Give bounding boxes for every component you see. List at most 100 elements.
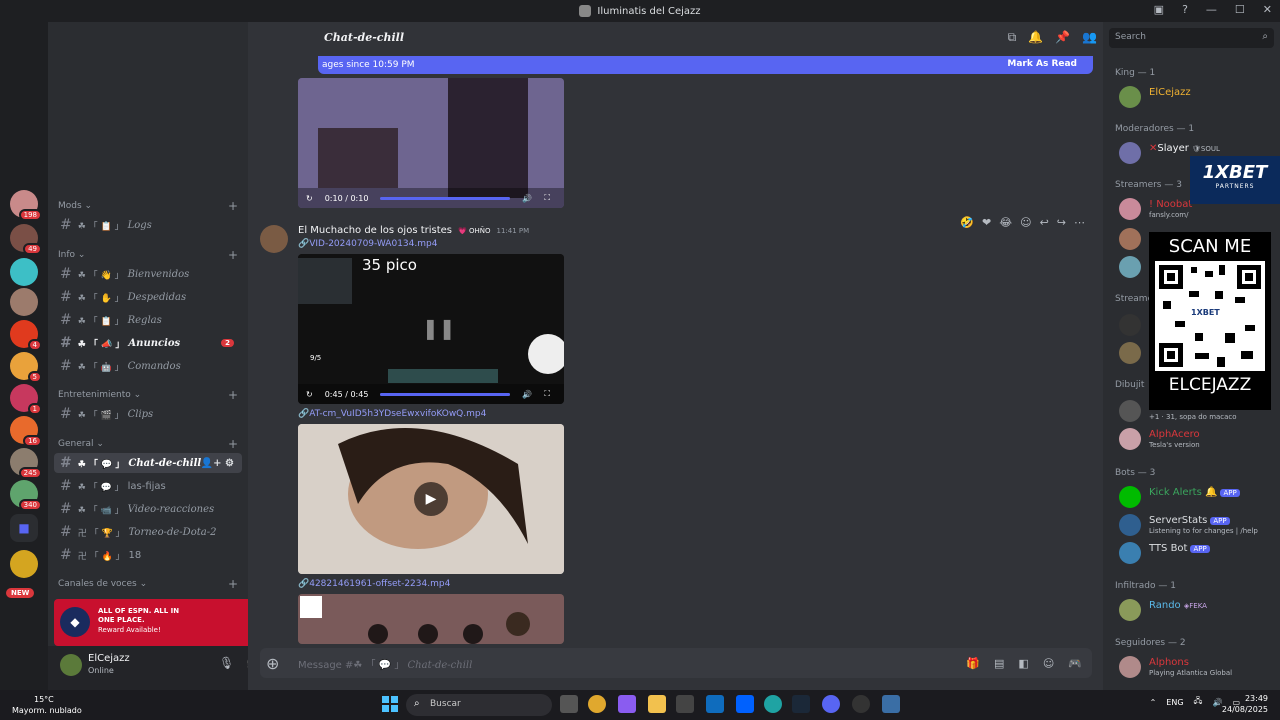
- new-messages-bar[interactable]: ages since 10:59 PM Mark As Read: [318, 56, 1093, 74]
- server-icon-3[interactable]: [10, 258, 38, 286]
- member-item[interactable]: AlphAcero Tesla's version: [1119, 426, 1279, 452]
- mark-as-read-button[interactable]: Mark As Read: [1007, 59, 1077, 69]
- reply-icon[interactable]: ↩: [1040, 216, 1049, 229]
- server-icon-6[interactable]: 5: [10, 352, 42, 383]
- server-icon-11[interactable]: [10, 550, 38, 578]
- progress-bar[interactable]: [380, 196, 511, 200]
- weather-widget[interactable]: 15°C Mayorm. nublado: [12, 694, 82, 716]
- threads-icon[interactable]: ⧉: [1008, 30, 1017, 45]
- add-channel-button[interactable]: +: [228, 248, 238, 262]
- language-indicator[interactable]: ENG: [1166, 698, 1183, 707]
- attachment-link-1[interactable]: 🔗VID-20240709-WA0134.mp4: [298, 239, 437, 249]
- video-player-2[interactable]: 35 pico ❚❚ 9/5 ↻ 0:45 / 0:45 🔊 ⛶: [298, 254, 564, 404]
- add-reaction-icon[interactable]: ☺: [1020, 216, 1031, 229]
- folder-icon[interactable]: ■: [10, 514, 38, 542]
- channel-clips[interactable]: # ☘ 「 🎬 」 Clips: [54, 404, 242, 424]
- obs-icon[interactable]: [852, 695, 870, 713]
- channel-las-fijas[interactable]: # ☘ 「 💬 」 las-fijas: [54, 476, 242, 496]
- category-voz[interactable]: Canales de voces ⌄ +: [58, 577, 238, 591]
- add-channel-button[interactable]: +: [228, 199, 238, 213]
- channel-logs[interactable]: # ☘ 「 📋 」 Logs: [54, 215, 242, 235]
- chrome-icon[interactable]: [588, 695, 606, 713]
- server-icon-2[interactable]: 49: [10, 224, 42, 255]
- add-channel-button[interactable]: +: [228, 577, 238, 591]
- member-item[interactable]: Kick Alerts 🔔 APP: [1119, 484, 1279, 510]
- inbox-icon[interactable]: ▣: [1154, 3, 1164, 16]
- server-icon-1[interactable]: 198: [10, 190, 42, 221]
- volume-icon[interactable]: 🔊: [522, 194, 532, 203]
- members-icon[interactable]: 👥: [1082, 30, 1097, 45]
- task-view-icon[interactable]: [560, 695, 578, 713]
- category-info[interactable]: Info ⌄ +: [58, 248, 238, 262]
- avatar[interactable]: [60, 654, 82, 676]
- emoji-icon[interactable]: ☺: [1043, 657, 1054, 670]
- channel-torneo[interactable]: # 卍 「 🏆 」 Torneo-de-Dota-2: [54, 522, 242, 542]
- taskbar-search[interactable]: ⌕ Buscar: [406, 694, 552, 716]
- bell-icon[interactable]: 🔔: [1028, 30, 1043, 45]
- search-input[interactable]: Search ⌕: [1109, 28, 1274, 48]
- channel-anuncios[interactable]: # ☘ 「 📣 」 Anuncios 2: [54, 333, 242, 353]
- server-icon-10[interactable]: 340: [10, 480, 42, 511]
- network-icon[interactable]: 🖧: [1194, 695, 1203, 709]
- more-icon[interactable]: ⋯: [1074, 216, 1085, 229]
- gift-icon[interactable]: 🎁: [966, 657, 980, 670]
- channel-chat-de-chill[interactable]: # ☘ 「 💬 」 Chat-de-chill 👤+ ⚙: [54, 453, 242, 473]
- help-icon[interactable]: ?: [1182, 3, 1188, 16]
- microphone-icon[interactable]: 🎙: [219, 656, 234, 670]
- attachment-link-2[interactable]: 🔗AT-cm_VuID5h3YDseEwxvifoKOwQ.mp4: [298, 409, 486, 419]
- attach-button[interactable]: ⊕: [266, 654, 279, 673]
- channel-reglas[interactable]: # ☘ 「 📋 」 Reglas: [54, 310, 242, 330]
- video-player-4[interactable]: [298, 594, 564, 644]
- author-avatar[interactable]: [260, 225, 288, 253]
- category-mods[interactable]: Mods ⌄ +: [58, 199, 238, 213]
- author-name[interactable]: El Muchacho de los ojos tristes: [298, 225, 452, 236]
- forward-icon[interactable]: ↪: [1057, 216, 1066, 229]
- member-item[interactable]: Alphons Playing Atlantica Global: [1119, 654, 1279, 680]
- channel-video-reacciones[interactable]: # ☘ 「 📹 」 Video-reacciones: [54, 499, 242, 519]
- maximize-button[interactable]: ☐: [1235, 3, 1245, 16]
- pause-icon[interactable]: ❚❚: [422, 316, 456, 340]
- minimize-button[interactable]: —: [1206, 3, 1217, 16]
- channel-despedidas[interactable]: # ☘ 「 ✋ 」 Despedidas: [54, 287, 242, 307]
- channel-18[interactable]: # 卍 「 🔥 」 18: [54, 545, 242, 565]
- server-icon-9[interactable]: 245: [10, 448, 42, 479]
- chevron-up-icon[interactable]: ⌃: [1150, 698, 1157, 707]
- copilot-icon[interactable]: [618, 695, 636, 713]
- new-pill[interactable]: NEW: [6, 588, 35, 598]
- progress-bar[interactable]: [380, 392, 511, 396]
- server-icon-7[interactable]: 1: [10, 384, 42, 415]
- member-item[interactable]: ServerStats APP Listening to for changes |…: [1119, 512, 1279, 538]
- server-icon-5[interactable]: 4: [10, 320, 42, 351]
- add-channel-button[interactable]: +: [228, 437, 238, 451]
- activities-icon[interactable]: 🎮: [1068, 657, 1082, 670]
- emoji-reaction-icon[interactable]: 🤣: [960, 216, 974, 229]
- steam-icon[interactable]: [792, 695, 810, 713]
- add-channel-button[interactable]: +: [228, 388, 238, 402]
- clock[interactable]: 23:49 24/08/2025: [1222, 693, 1268, 715]
- replay-icon[interactable]: ↻: [306, 390, 313, 399]
- gif-icon[interactable]: ▤: [994, 657, 1004, 670]
- video-player-1[interactable]: ↻ 0:10 / 0:10 🔊 ⛶: [298, 78, 564, 208]
- pin-icon[interactable]: 📌: [1055, 30, 1070, 45]
- member-item[interactable]: ElCejazz: [1119, 84, 1279, 110]
- calculator-icon[interactable]: [882, 695, 900, 713]
- start-button[interactable]: [382, 696, 398, 712]
- attachment-link-3[interactable]: 🔗42821461961-offset-2234.mp4: [298, 579, 450, 589]
- fullscreen-icon[interactable]: ⛶: [544, 389, 550, 399]
- server-icon-4[interactable]: [10, 288, 38, 316]
- folder-icon[interactable]: [648, 695, 666, 713]
- message-composer[interactable]: ⊕ Message #☘ 「 💬 」 Chat-de-chill 🎁 ▤ ◧ ☺…: [260, 648, 1092, 678]
- close-button[interactable]: ✕: [1263, 3, 1272, 16]
- volume-icon[interactable]: 🔊: [522, 390, 532, 399]
- category-entretenimiento[interactable]: Entretenimiento ⌄ +: [58, 388, 238, 402]
- emoji-reaction-icon[interactable]: 😂: [999, 216, 1012, 229]
- sticker-icon[interactable]: ◧: [1018, 657, 1028, 670]
- settings-icon[interactable]: 👤+ ⚙: [201, 458, 234, 469]
- video-player-3[interactable]: ▶: [298, 424, 564, 574]
- discord-icon[interactable]: [822, 695, 840, 713]
- server-icon-8[interactable]: 16: [10, 416, 42, 447]
- outlook-icon[interactable]: [706, 695, 724, 713]
- heart-reaction-icon[interactable]: ❤: [982, 216, 991, 229]
- edge-icon[interactable]: [764, 695, 782, 713]
- dropbox-icon[interactable]: [736, 695, 754, 713]
